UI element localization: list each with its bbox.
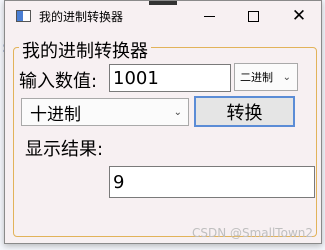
title-bar-grip — [149, 1, 177, 5]
to-base-selected: 十进制 — [30, 104, 81, 125]
from-base-selected: 二进制 — [240, 71, 273, 84]
chevron-down-icon: ⌄ — [173, 106, 182, 118]
input-label: 输入数值: — [19, 71, 98, 92]
from-base-select[interactable]: 二进制 ⌄ — [234, 63, 298, 91]
maximize-icon — [247, 10, 259, 22]
watermark: CSDN @SmallTown2 — [191, 226, 313, 240]
chevron-down-icon: ⌄ — [282, 71, 291, 83]
minimize-icon — [203, 15, 215, 17]
maximize-button[interactable] — [231, 1, 275, 31]
convert-button[interactable]: 转换 — [194, 96, 295, 127]
client-area: 我的进制转换器 输入数值: 二进制 ⌄ 十进制 ⌄ 转换 显示结果: — [5, 31, 321, 243]
close-button[interactable]: ✕ — [277, 1, 321, 31]
window-title: 我的进制转换器 — [39, 10, 124, 24]
title-bar: 我的进制转换器 ✕ — [5, 1, 321, 31]
result-field[interactable] — [109, 166, 315, 198]
close-icon: ✕ — [291, 5, 307, 26]
input-value-field[interactable] — [109, 64, 231, 92]
app-icon — [16, 10, 31, 22]
result-label: 显示结果: — [25, 139, 104, 160]
minimize-button[interactable] — [187, 1, 231, 31]
app-window: 我的进制转换器 ✕ 我的进制转换器 输入数值: 二进制 ⌄ 十进制 ⌄ 转换 显… — [4, 0, 322, 244]
to-base-select[interactable]: 十进制 ⌄ — [21, 98, 189, 126]
groupbox-legend: 我的进制转换器 — [19, 37, 151, 63]
